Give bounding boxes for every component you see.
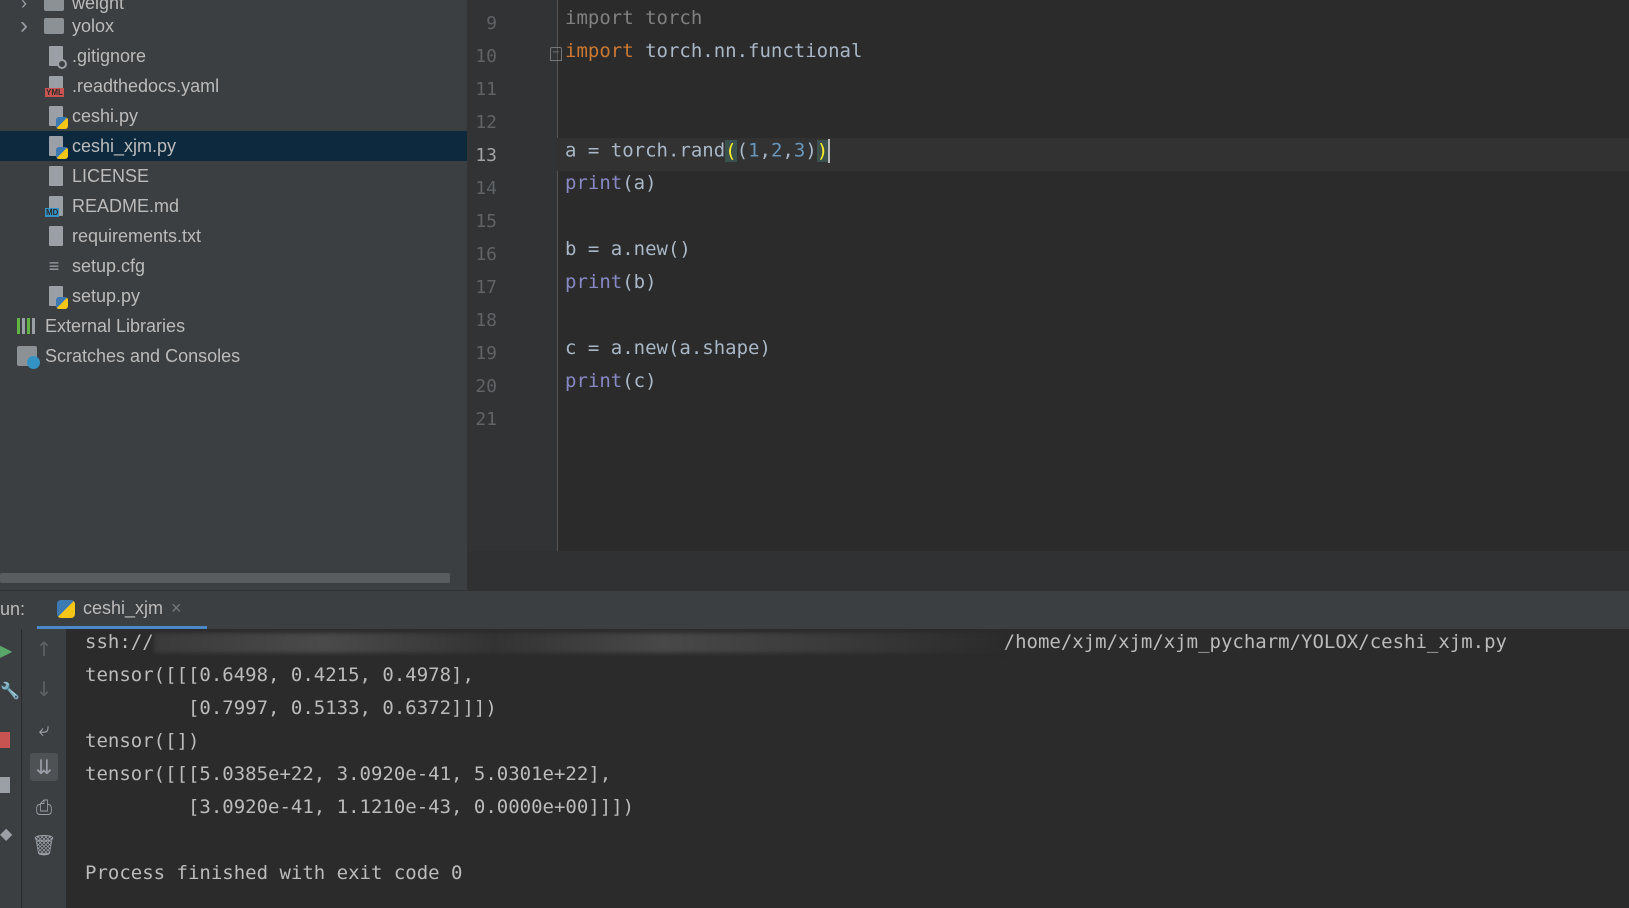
folder-icon <box>44 15 64 37</box>
run-label: un: <box>0 599 26 619</box>
config-file-icon: ≡ <box>48 255 60 276</box>
code-line: a = torch.rand((1,2,3)) <box>565 139 831 163</box>
pin-icon[interactable]: ◆ <box>0 824 12 843</box>
code-line: b = a.new() <box>565 238 691 260</box>
line-number: 13 <box>475 145 497 166</box>
wrench-icon[interactable]: 🔧 <box>0 681 20 700</box>
line-number: 9 <box>486 13 497 34</box>
soft-wrap-icon[interactable]: ⤶ <box>30 715 58 743</box>
code-line: print(a) <box>565 172 657 194</box>
tree-item-setup-cfg[interactable]: ≡ setup.cfg <box>0 251 467 281</box>
console-line: tensor([[[5.0385e+22, 3.0920e-41, 5.0301… <box>85 763 612 785</box>
line-number: 12 <box>475 112 497 133</box>
code-line: import torch <box>565 7 703 29</box>
line-number: 10 <box>475 46 497 67</box>
close-tab-icon[interactable]: × <box>171 598 182 619</box>
chevron-right-icon[interactable]: › <box>14 12 34 39</box>
line-number: 14 <box>475 178 497 199</box>
scratches-icon <box>17 345 40 369</box>
line-number: 19 <box>475 343 497 364</box>
console-line: Process finished with exit code 0 <box>85 862 463 884</box>
python-icon <box>57 599 75 618</box>
tree-item-gitignore[interactable]: .gitignore <box>0 41 467 71</box>
python-file-icon <box>46 135 68 159</box>
project-tree: › weight › yolox .gitignore YML .readthe… <box>0 0 467 590</box>
console-line: tensor([]) <box>85 730 200 752</box>
code-line: print(b) <box>565 271 657 293</box>
tree-item-readme[interactable]: MD README.md <box>0 191 467 221</box>
code-line: c = a.new(a.shape) <box>565 337 771 359</box>
console-line: tensor([[[0.6498, 0.4215, 0.4978], <box>85 664 474 686</box>
line-number: 21 <box>475 409 497 430</box>
markdown-file-icon: MD <box>45 195 66 217</box>
tree-item-external-libraries[interactable]: External Libraries <box>0 311 467 341</box>
layout-icon[interactable] <box>0 777 10 793</box>
console-line: [3.0920e-41, 1.1210e-43, 0.0000e+00]]]) <box>85 796 635 818</box>
down-arrow-icon[interactable]: ↓ <box>30 675 58 703</box>
console-line: [0.7997, 0.5133, 0.6372]]]) <box>85 697 497 719</box>
fold-icon[interactable]: − <box>550 47 562 61</box>
tree-item-setup-py[interactable]: setup.py <box>0 281 467 311</box>
tree-item-readthedocs[interactable]: YML .readthedocs.yaml <box>0 71 467 101</box>
line-number: 11 <box>475 79 497 100</box>
line-number: 16 <box>475 244 497 265</box>
up-arrow-icon[interactable]: ↑ <box>30 635 58 663</box>
horizontal-scrollbar[interactable] <box>0 573 450 583</box>
code-line: import torch.nn.functional <box>565 40 863 62</box>
tree-item-scratches[interactable]: Scratches and Consoles <box>0 341 467 371</box>
python-file-icon <box>46 105 68 129</box>
console-toolbar: ↑ ↓ ⤶ ⇊ ⎙ 🗑 <box>22 629 66 908</box>
stop-icon[interactable] <box>0 732 10 748</box>
tree-item-ceshi-xjm-py[interactable]: ceshi_xjm.py <box>0 131 467 161</box>
tree-item-yolox[interactable]: › yolox <box>0 11 467 41</box>
code-editor[interactable] <box>557 0 1629 551</box>
line-number: 20 <box>475 376 497 397</box>
tree-item-license[interactable]: LICENSE <box>0 161 467 191</box>
tree-item-requirements[interactable]: requirements.txt <box>0 221 467 251</box>
python-file-icon <box>46 285 68 309</box>
editor-status-area <box>467 551 1629 590</box>
rerun-icon[interactable]: ▶ <box>0 641 12 660</box>
run-tool-window-header: un: ceshi_xjm × <box>0 590 1629 630</box>
line-number: 17 <box>475 277 497 298</box>
console-command-line: ssh:///home/xjm/xjm/xjm_pycharm/YOLOX/ce… <box>85 631 1507 653</box>
text-file-icon <box>46 225 66 247</box>
libraries-icon <box>17 315 37 337</box>
line-number: 18 <box>475 310 497 331</box>
yaml-file-icon: YML <box>45 75 66 97</box>
text-file-icon <box>46 165 66 187</box>
redacted-text <box>153 632 1004 653</box>
code-line: print(c) <box>565 370 657 392</box>
gitignore-file-icon <box>46 45 67 69</box>
line-number: 15 <box>475 211 497 232</box>
run-actions-toolbar: ▶ 🔧 ◆ <box>0 629 22 908</box>
print-icon[interactable]: ⎙ <box>30 793 58 821</box>
trash-icon[interactable]: 🗑 <box>30 831 58 859</box>
tree-item-ceshi-py[interactable]: ceshi.py <box>0 101 467 131</box>
run-tab-ceshi-xjm[interactable]: ceshi_xjm × <box>37 591 207 630</box>
scroll-to-end-icon[interactable]: ⇊ <box>30 753 58 781</box>
run-tab-label: ceshi_xjm <box>83 598 164 618</box>
